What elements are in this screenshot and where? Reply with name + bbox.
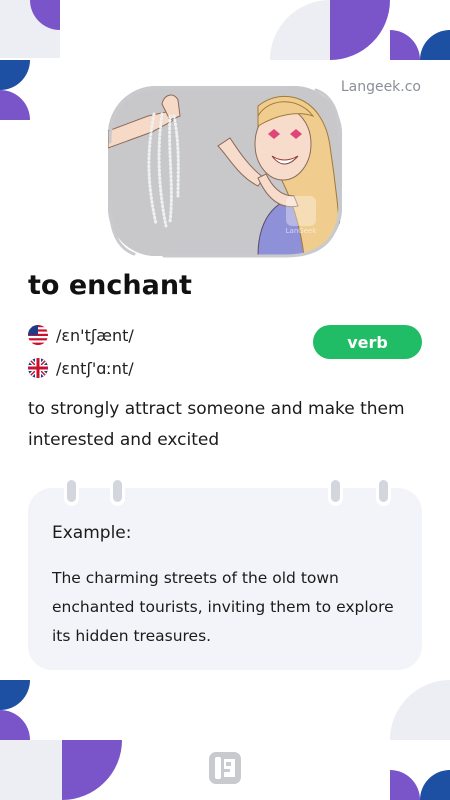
langeek-logo-icon (209, 752, 241, 784)
binder-ring (110, 476, 125, 506)
part-of-speech-badge[interactable]: verb (313, 325, 422, 359)
entry-word: to enchant (28, 270, 192, 301)
binder-ring (328, 476, 343, 506)
example-sentence: The charming streets of the old town enc… (52, 569, 394, 645)
brand-site-label: Langeek.co (340, 79, 421, 95)
example-label: Example: (52, 523, 132, 543)
binder-ring (64, 476, 79, 506)
us-flag-icon (28, 325, 48, 345)
top-right-decoration (270, 0, 450, 60)
pronunciation-us-ipa: /ɛn'tʃænt/ (56, 325, 134, 345)
binder-ring (376, 476, 391, 506)
langeek-watermark-icon: LanGeek (286, 196, 318, 234)
definition-text: to strongly attract someone and make the… (28, 399, 405, 450)
uk-flag-icon (28, 358, 48, 378)
example-card: Example: The charming streets of the old… (28, 488, 422, 670)
svg-text:LanGeek: LanGeek (286, 227, 318, 234)
pronunciation-uk-ipa: /ɛntʃ'ɑːnt/ (56, 358, 134, 378)
pronunciation-us[interactable]: /ɛn'tʃænt/ (28, 325, 134, 345)
word-illustration: LanGeek (108, 86, 342, 256)
bottom-right-decoration (390, 680, 450, 800)
pronunciation-uk[interactable]: /ɛntʃ'ɑːnt/ (28, 358, 134, 378)
top-left-decoration (0, 0, 60, 120)
bottom-left-decoration (0, 680, 122, 800)
